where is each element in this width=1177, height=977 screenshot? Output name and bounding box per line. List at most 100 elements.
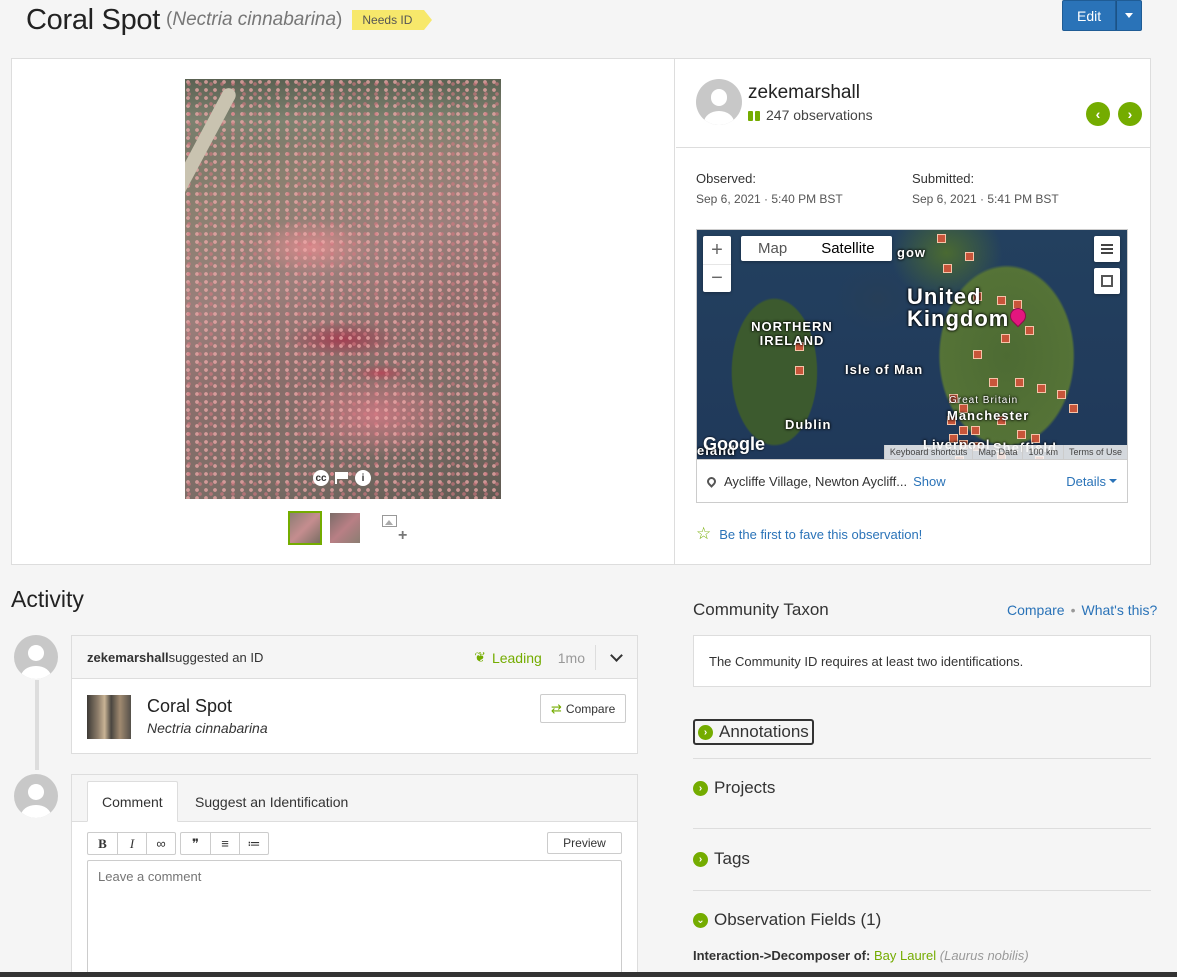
id-taxon-scientific-name: Nectria cinnabarina <box>147 720 268 736</box>
observation-marker[interactable] <box>1057 390 1066 399</box>
paren-close: ) <box>336 9 343 30</box>
community-compare-link[interactable]: Compare <box>1007 602 1065 618</box>
compare-button[interactable]: ⇄ Compare <box>540 694 627 723</box>
chevron-right-icon: › <box>693 780 708 796</box>
terms-link[interactable]: Terms of Use <box>1062 445 1127 459</box>
observation-marker[interactable] <box>1025 326 1034 335</box>
location-pin-icon <box>705 474 718 488</box>
fave-link[interactable]: ☆ Be the first to fave this observation! <box>696 524 922 544</box>
keyboard-shortcuts-link[interactable]: Keyboard shortcuts <box>883 445 973 459</box>
details-dropdown[interactable]: Details <box>1066 474 1117 489</box>
comment-input[interactable] <box>87 860 622 975</box>
observation-marker[interactable] <box>937 234 946 243</box>
edit-button[interactable]: Edit <box>1062 0 1117 31</box>
compare-label: Compare <box>565 701 616 716</box>
observation-fields-section[interactable]: ⌄ Observation Fields (1) <box>693 910 881 930</box>
italic-button[interactable]: I <box>117 833 146 854</box>
comment-tabs: Comment Suggest an Identification <box>72 775 637 822</box>
observed-date: Observed: Sep 6, 2021 · 5:40 PM BST <box>696 171 912 206</box>
observation-fields-label: Observation Fields (1) <box>714 910 882 929</box>
thumbnail-2[interactable] <box>328 511 362 545</box>
observation-marker[interactable] <box>1017 430 1026 439</box>
layers-icon <box>1101 244 1113 254</box>
observation-marker[interactable] <box>943 264 952 273</box>
edit-dropdown-toggle[interactable] <box>1116 0 1143 31</box>
star-icon: ☆ <box>696 524 712 543</box>
previous-observation-button[interactable]: ‹ <box>1086 102 1110 126</box>
map-label-uk: United Kingdom <box>907 284 1010 331</box>
avatar[interactable] <box>14 635 58 679</box>
show-location-link[interactable]: Show <box>913 474 946 489</box>
observation-marker[interactable] <box>1037 384 1046 393</box>
observation-map[interactable]: United Kingdom NORTHERN IRELAND Isle of … <box>696 229 1128 460</box>
numbered-list-button[interactable]: ≔ <box>239 833 268 854</box>
observation-marker[interactable] <box>973 350 982 359</box>
format-group: B I ∞ <box>87 832 176 855</box>
observation-marker[interactable] <box>1069 404 1078 413</box>
observer-username[interactable]: zekemarshall <box>748 82 873 104</box>
photo-texture-2 <box>185 79 501 499</box>
layers-button[interactable] <box>1094 236 1120 262</box>
divider <box>693 890 1151 891</box>
add-photo-button[interactable]: + <box>376 511 412 545</box>
observation-nav: ‹ › <box>1086 102 1142 126</box>
observation-count[interactable]: 247 observations <box>748 107 873 123</box>
community-links: Compare • What's this? <box>1007 602 1157 618</box>
leading-status: ❦ Leading <box>474 649 542 666</box>
projects-section[interactable]: › Projects <box>693 778 775 798</box>
annotations-toggle[interactable]: › Annotations <box>693 719 814 745</box>
chevron-down-icon <box>610 649 623 662</box>
avatar[interactable] <box>696 79 742 125</box>
observation-marker[interactable] <box>1015 378 1024 387</box>
info-icon[interactable]: i <box>355 470 371 486</box>
map-label-glasgow: gow <box>897 245 926 260</box>
preview-button[interactable]: Preview <box>547 832 622 854</box>
annotations-section[interactable]: › Annotations <box>693 719 814 745</box>
map-data-link[interactable]: Map Data <box>972 445 1022 459</box>
submitted-date: Submitted: Sep 6, 2021 · 5:41 PM BST <box>912 171 1128 206</box>
whats-this-link[interactable]: What's this? <box>1082 602 1158 618</box>
map-tab-map[interactable]: Map <box>741 236 804 261</box>
flag-icon[interactable] <box>335 472 349 484</box>
observation-marker[interactable] <box>965 252 974 261</box>
tags-section[interactable]: › Tags <box>693 849 750 869</box>
map-zoom-controls: + − <box>703 236 731 292</box>
chevron-right-icon: › <box>693 851 708 867</box>
tags-label: Tags <box>714 849 750 868</box>
map-label-manchester: Manchester <box>947 408 1030 423</box>
bold-button[interactable]: B <box>88 833 117 854</box>
identification-meta: ❦ Leading 1mo <box>474 636 637 679</box>
caret-down-icon <box>1109 479 1117 483</box>
window-bottom-edge <box>0 972 1177 977</box>
observation-marker[interactable] <box>1001 334 1010 343</box>
tab-comment[interactable]: Comment <box>87 781 178 822</box>
comment-form: Comment Suggest an Identification B I ∞ … <box>71 774 638 977</box>
identification-menu-toggle[interactable] <box>595 645 637 670</box>
tab-suggest-identification[interactable]: Suggest an Identification <box>181 781 362 822</box>
fullscreen-button[interactable] <box>1094 268 1120 294</box>
main-photo[interactable]: cc i <box>185 79 501 499</box>
map-label-northern-ireland: NORTHERN IRELAND <box>751 319 833 348</box>
leading-label: Leading <box>491 649 542 666</box>
divider <box>693 828 1151 829</box>
identifier-username[interactable]: zekemarshall <box>87 650 169 665</box>
cc-license-icon[interactable]: cc <box>313 470 329 486</box>
quote-button[interactable]: ❞ <box>181 833 210 854</box>
identification-header: zekemarshall suggested an ID ❦ Leading 1m… <box>72 636 637 679</box>
thumbnail-1[interactable] <box>288 511 322 545</box>
observation-marker[interactable] <box>959 426 968 435</box>
field-value-link[interactable]: Bay Laurel <box>874 948 936 963</box>
zoom-in-button[interactable]: + <box>703 236 731 264</box>
observation-marker[interactable] <box>795 366 804 375</box>
map-tab-satellite[interactable]: Satellite <box>804 236 891 261</box>
next-observation-button[interactable]: › <box>1118 102 1142 126</box>
bullet-list-button[interactable]: ≡ <box>210 833 239 854</box>
link-button[interactable]: ∞ <box>146 833 175 854</box>
community-message: The Community ID requires at least two i… <box>709 653 1024 669</box>
zoom-out-button[interactable]: − <box>703 264 731 292</box>
observation-marker[interactable] <box>989 378 998 387</box>
activity-heading: Activity <box>11 586 84 612</box>
taxon-thumbnail[interactable] <box>87 695 131 739</box>
id-taxon-common-name[interactable]: Coral Spot <box>147 696 232 717</box>
observation-marker[interactable] <box>971 426 980 435</box>
